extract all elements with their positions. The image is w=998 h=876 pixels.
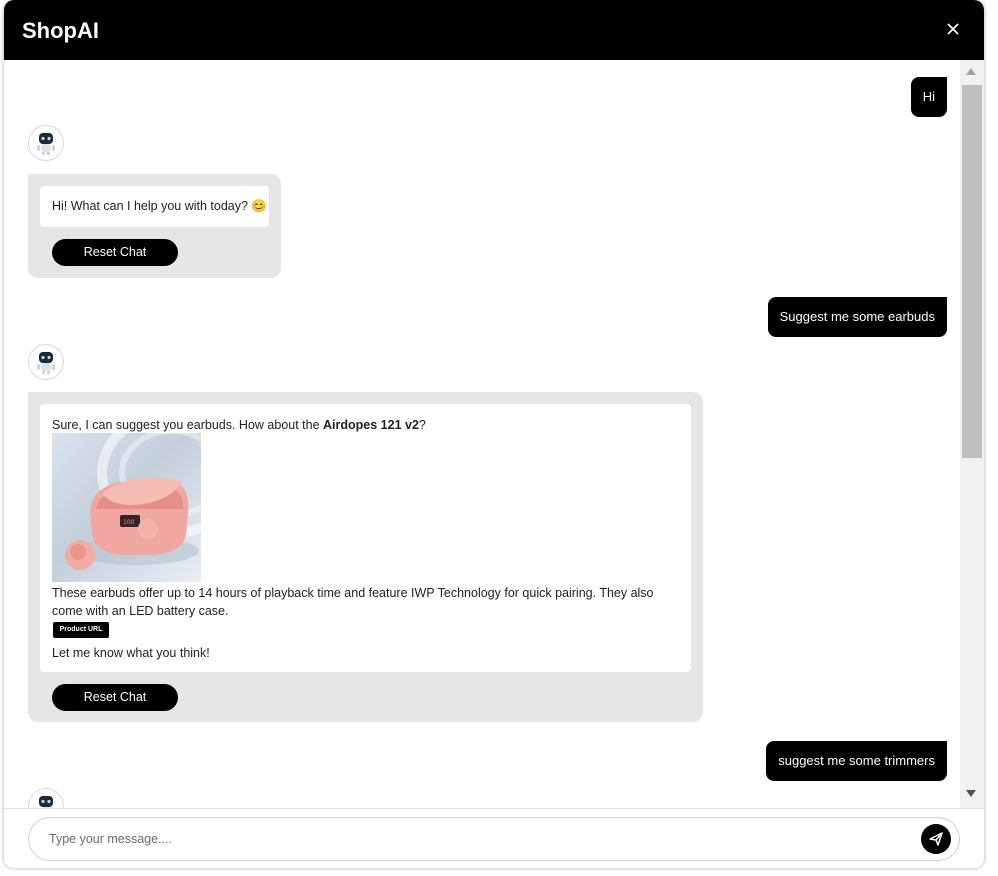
scroll-down-icon[interactable] [966, 790, 976, 797]
app-title: ShopAI [22, 18, 99, 43]
reset-chat-button[interactable]: Reset Chat [52, 239, 178, 266]
chat-footer [4, 808, 984, 868]
scrollbar[interactable] [960, 60, 984, 808]
chat-header: ShopAI [4, 0, 984, 60]
product-url-button[interactable]: Product URL [53, 622, 109, 638]
robot-icon [28, 788, 64, 808]
close-icon[interactable] [940, 16, 966, 42]
robot-icon [28, 125, 64, 161]
product-description: These earbuds offer up to 14 hours of pl… [52, 586, 654, 618]
chat-window: ShopAI Hi Hi! What can I help you with t… [4, 0, 984, 868]
bot-message: Sure, I can suggest you earbuds. How abo… [28, 392, 703, 722]
robot-icon [28, 344, 64, 380]
bot-message: Hi! What can I help you with today? 😊 Re… [28, 174, 281, 278]
svg-text:100: 100 [123, 519, 135, 526]
reset-chat-button[interactable]: Reset Chat [52, 684, 178, 711]
product-name: Airdopes 121 v2 [323, 418, 419, 432]
message-list[interactable]: Hi Hi! What can I help you with today? 😊… [4, 60, 960, 808]
intro-suffix: ? [418, 418, 426, 432]
user-message: Hi [910, 77, 947, 117]
user-message: suggest me some trimmers [766, 741, 947, 781]
scroll-up-icon[interactable] [966, 68, 976, 75]
intro-text: Sure, I can suggest you earbuds. How abo… [52, 418, 324, 432]
product-image[interactable]: 100 [52, 433, 201, 582]
send-icon [921, 832, 951, 858]
send-button[interactable] [921, 824, 951, 854]
message-input[interactable] [47, 828, 901, 850]
user-message: Suggest me some earbuds [767, 297, 947, 337]
bot-message-text-box: Sure, I can suggest you earbuds. How abo… [40, 404, 691, 672]
bot-message-text-box: Hi! What can I help you with today? 😊 [40, 186, 269, 227]
bot-message-intro: Sure, I can suggest you earbuds. How abo… [52, 418, 426, 432]
message-input-container [28, 817, 960, 861]
bot-message-text: Hi! What can I help you with today? 😊 [52, 199, 267, 213]
bot-closing-text: Let me know what you think! [52, 646, 210, 660]
scrollbar-thumb[interactable] [962, 85, 982, 458]
